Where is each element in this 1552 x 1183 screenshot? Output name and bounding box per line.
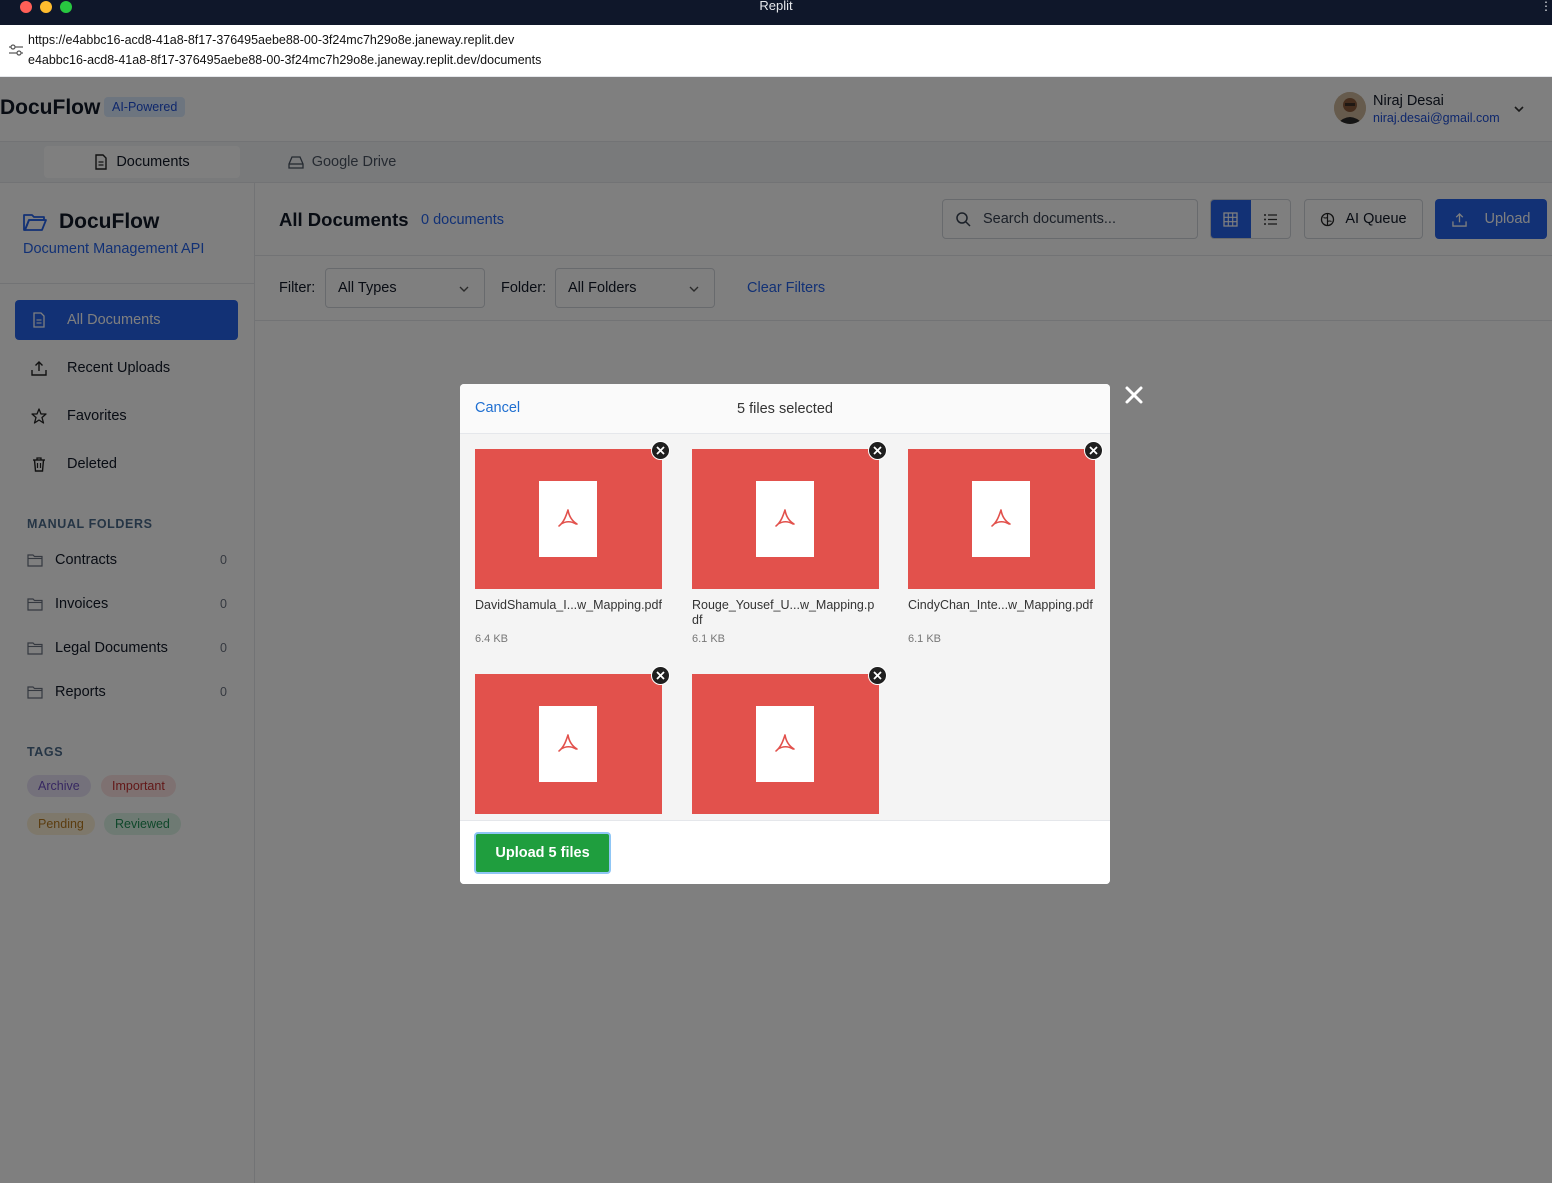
site-settings-icon[interactable] bbox=[9, 44, 23, 56]
upload-files-button[interactable]: Upload 5 files bbox=[474, 832, 611, 874]
remove-file-button[interactable] bbox=[1084, 441, 1103, 460]
pdf-thumbnail bbox=[475, 449, 662, 589]
url-text[interactable]: https://e4abbc16-acd8-41a8-8f17-376495ae… bbox=[28, 33, 514, 47]
url-path-text[interactable]: e4abbc16-acd8-41a8-8f17-376495aebe88-00-… bbox=[28, 53, 541, 67]
close-icon[interactable] bbox=[1122, 383, 1146, 407]
file-name: Rouge_Yousef_U...w_Mapping.pdf bbox=[692, 598, 875, 627]
remove-file-button[interactable] bbox=[651, 666, 670, 685]
pdf-icon bbox=[558, 734, 578, 752]
pdf-icon bbox=[775, 734, 795, 752]
pdf-page bbox=[756, 706, 814, 782]
window-titlebar: Replit ⋮ bbox=[0, 0, 1552, 25]
close-icon bbox=[656, 671, 665, 680]
pdf-page bbox=[539, 481, 597, 557]
window-title: Replit bbox=[759, 0, 793, 13]
close-icon bbox=[873, 446, 882, 455]
file-size: 6.4 KB bbox=[475, 633, 509, 645]
address-bar: https://e4abbc16-acd8-41a8-8f17-376495ae… bbox=[0, 25, 1552, 77]
file-grid: DavidShamula_I...w_Mapping.pdf 6.4 KB Ro… bbox=[460, 434, 1110, 820]
pdf-page bbox=[972, 481, 1030, 557]
close-icon bbox=[1089, 446, 1098, 455]
window-menu-icon[interactable]: ⋮ bbox=[1540, 0, 1552, 12]
file-size: 6.1 KB bbox=[692, 633, 726, 645]
dialog-footer: Upload 5 files bbox=[460, 820, 1110, 884]
remove-file-button[interactable] bbox=[651, 441, 670, 460]
remove-file-button[interactable] bbox=[868, 666, 887, 685]
pdf-page bbox=[756, 481, 814, 557]
file-name: DavidShamula_I...w_Mapping.pdf bbox=[475, 598, 662, 612]
file-size: 6.1 KB bbox=[908, 633, 942, 645]
file-name: CindyChan_Inte...w_Mapping.pdf bbox=[908, 598, 1093, 612]
pdf-icon bbox=[775, 509, 795, 527]
upload-dialog: Cancel 5 files selected DavidShamula_I..… bbox=[460, 384, 1110, 884]
pdf-thumbnail bbox=[692, 674, 879, 814]
remove-file-button[interactable] bbox=[868, 441, 887, 460]
pdf-page bbox=[539, 706, 597, 782]
pdf-thumbnail bbox=[475, 674, 662, 814]
dialog-header: Cancel 5 files selected bbox=[460, 384, 1110, 434]
pdf-thumbnail bbox=[692, 449, 879, 589]
dialog-title: 5 files selected bbox=[737, 401, 833, 417]
close-icon bbox=[873, 671, 882, 680]
pdf-icon bbox=[558, 509, 578, 527]
close-icon bbox=[656, 446, 665, 455]
pdf-thumbnail bbox=[908, 449, 1095, 589]
pdf-icon bbox=[991, 509, 1011, 527]
